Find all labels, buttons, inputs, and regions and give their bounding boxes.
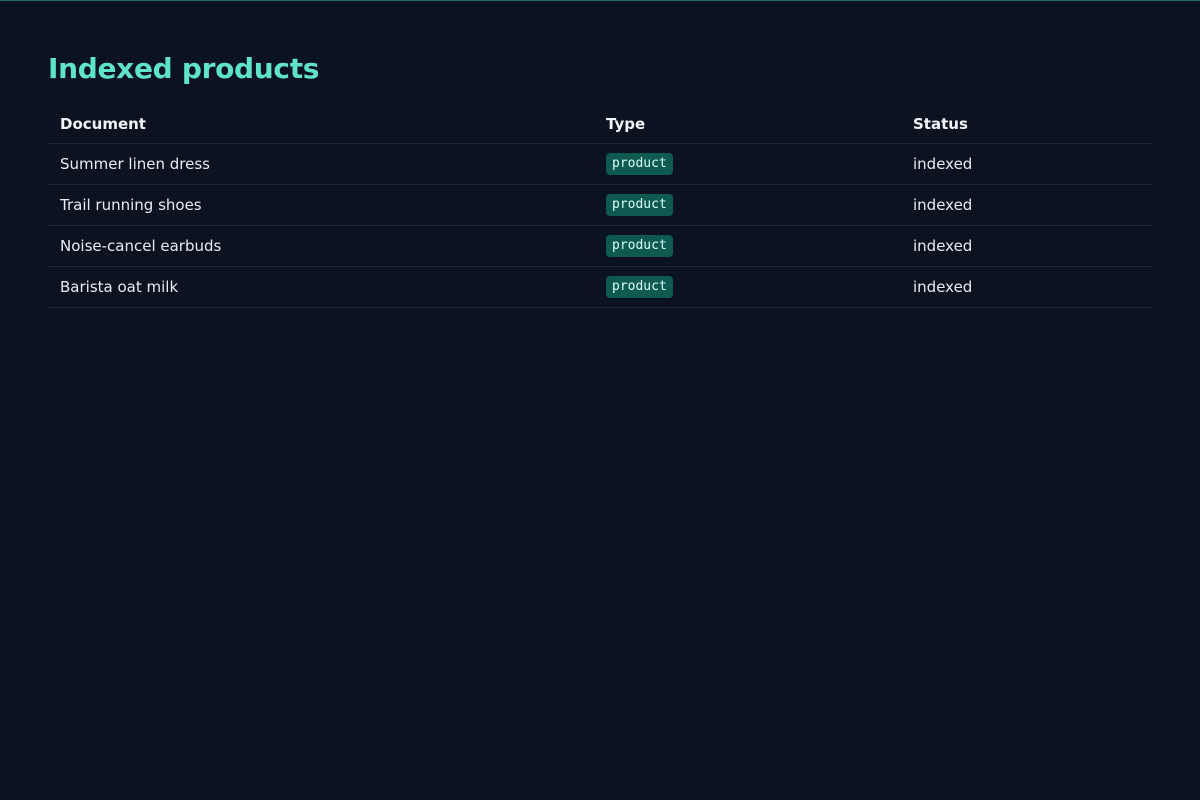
type-cell: product: [594, 266, 901, 308]
type-badge: product: [606, 235, 673, 257]
type-badge: product: [606, 153, 673, 175]
document-cell: Noise-cancel earbuds: [48, 225, 594, 267]
table-row: Trail running shoes product indexed: [48, 184, 1152, 226]
table-body: Summer linen dress product indexed Trail…: [48, 143, 1152, 308]
table-row: Barista oat milk product indexed: [48, 266, 1152, 308]
type-badge: product: [606, 276, 673, 298]
document-cell: Barista oat milk: [48, 266, 594, 308]
table-header-row: Document Type Status: [48, 105, 1152, 144]
table-row: Noise-cancel earbuds product indexed: [48, 225, 1152, 267]
type-badge: product: [606, 194, 673, 216]
table-header: Document Type Status: [48, 105, 1152, 144]
type-cell: product: [594, 143, 901, 185]
document-cell: Trail running shoes: [48, 184, 594, 226]
column-header-document: Document: [48, 105, 594, 144]
column-header-type: Type: [594, 105, 901, 144]
main-content: Indexed products Document Type Status Su…: [0, 1, 1200, 308]
type-cell: product: [594, 225, 901, 267]
status-cell: indexed: [901, 184, 1152, 226]
column-header-status: Status: [901, 105, 1152, 144]
status-cell: indexed: [901, 143, 1152, 185]
status-cell: indexed: [901, 266, 1152, 308]
products-table: Document Type Status Summer linen dress …: [48, 105, 1152, 308]
document-cell: Summer linen dress: [48, 143, 594, 185]
table-row: Summer linen dress product indexed: [48, 143, 1152, 185]
page-title: Indexed products: [48, 52, 320, 85]
status-cell: indexed: [901, 225, 1152, 267]
type-cell: product: [594, 184, 901, 226]
